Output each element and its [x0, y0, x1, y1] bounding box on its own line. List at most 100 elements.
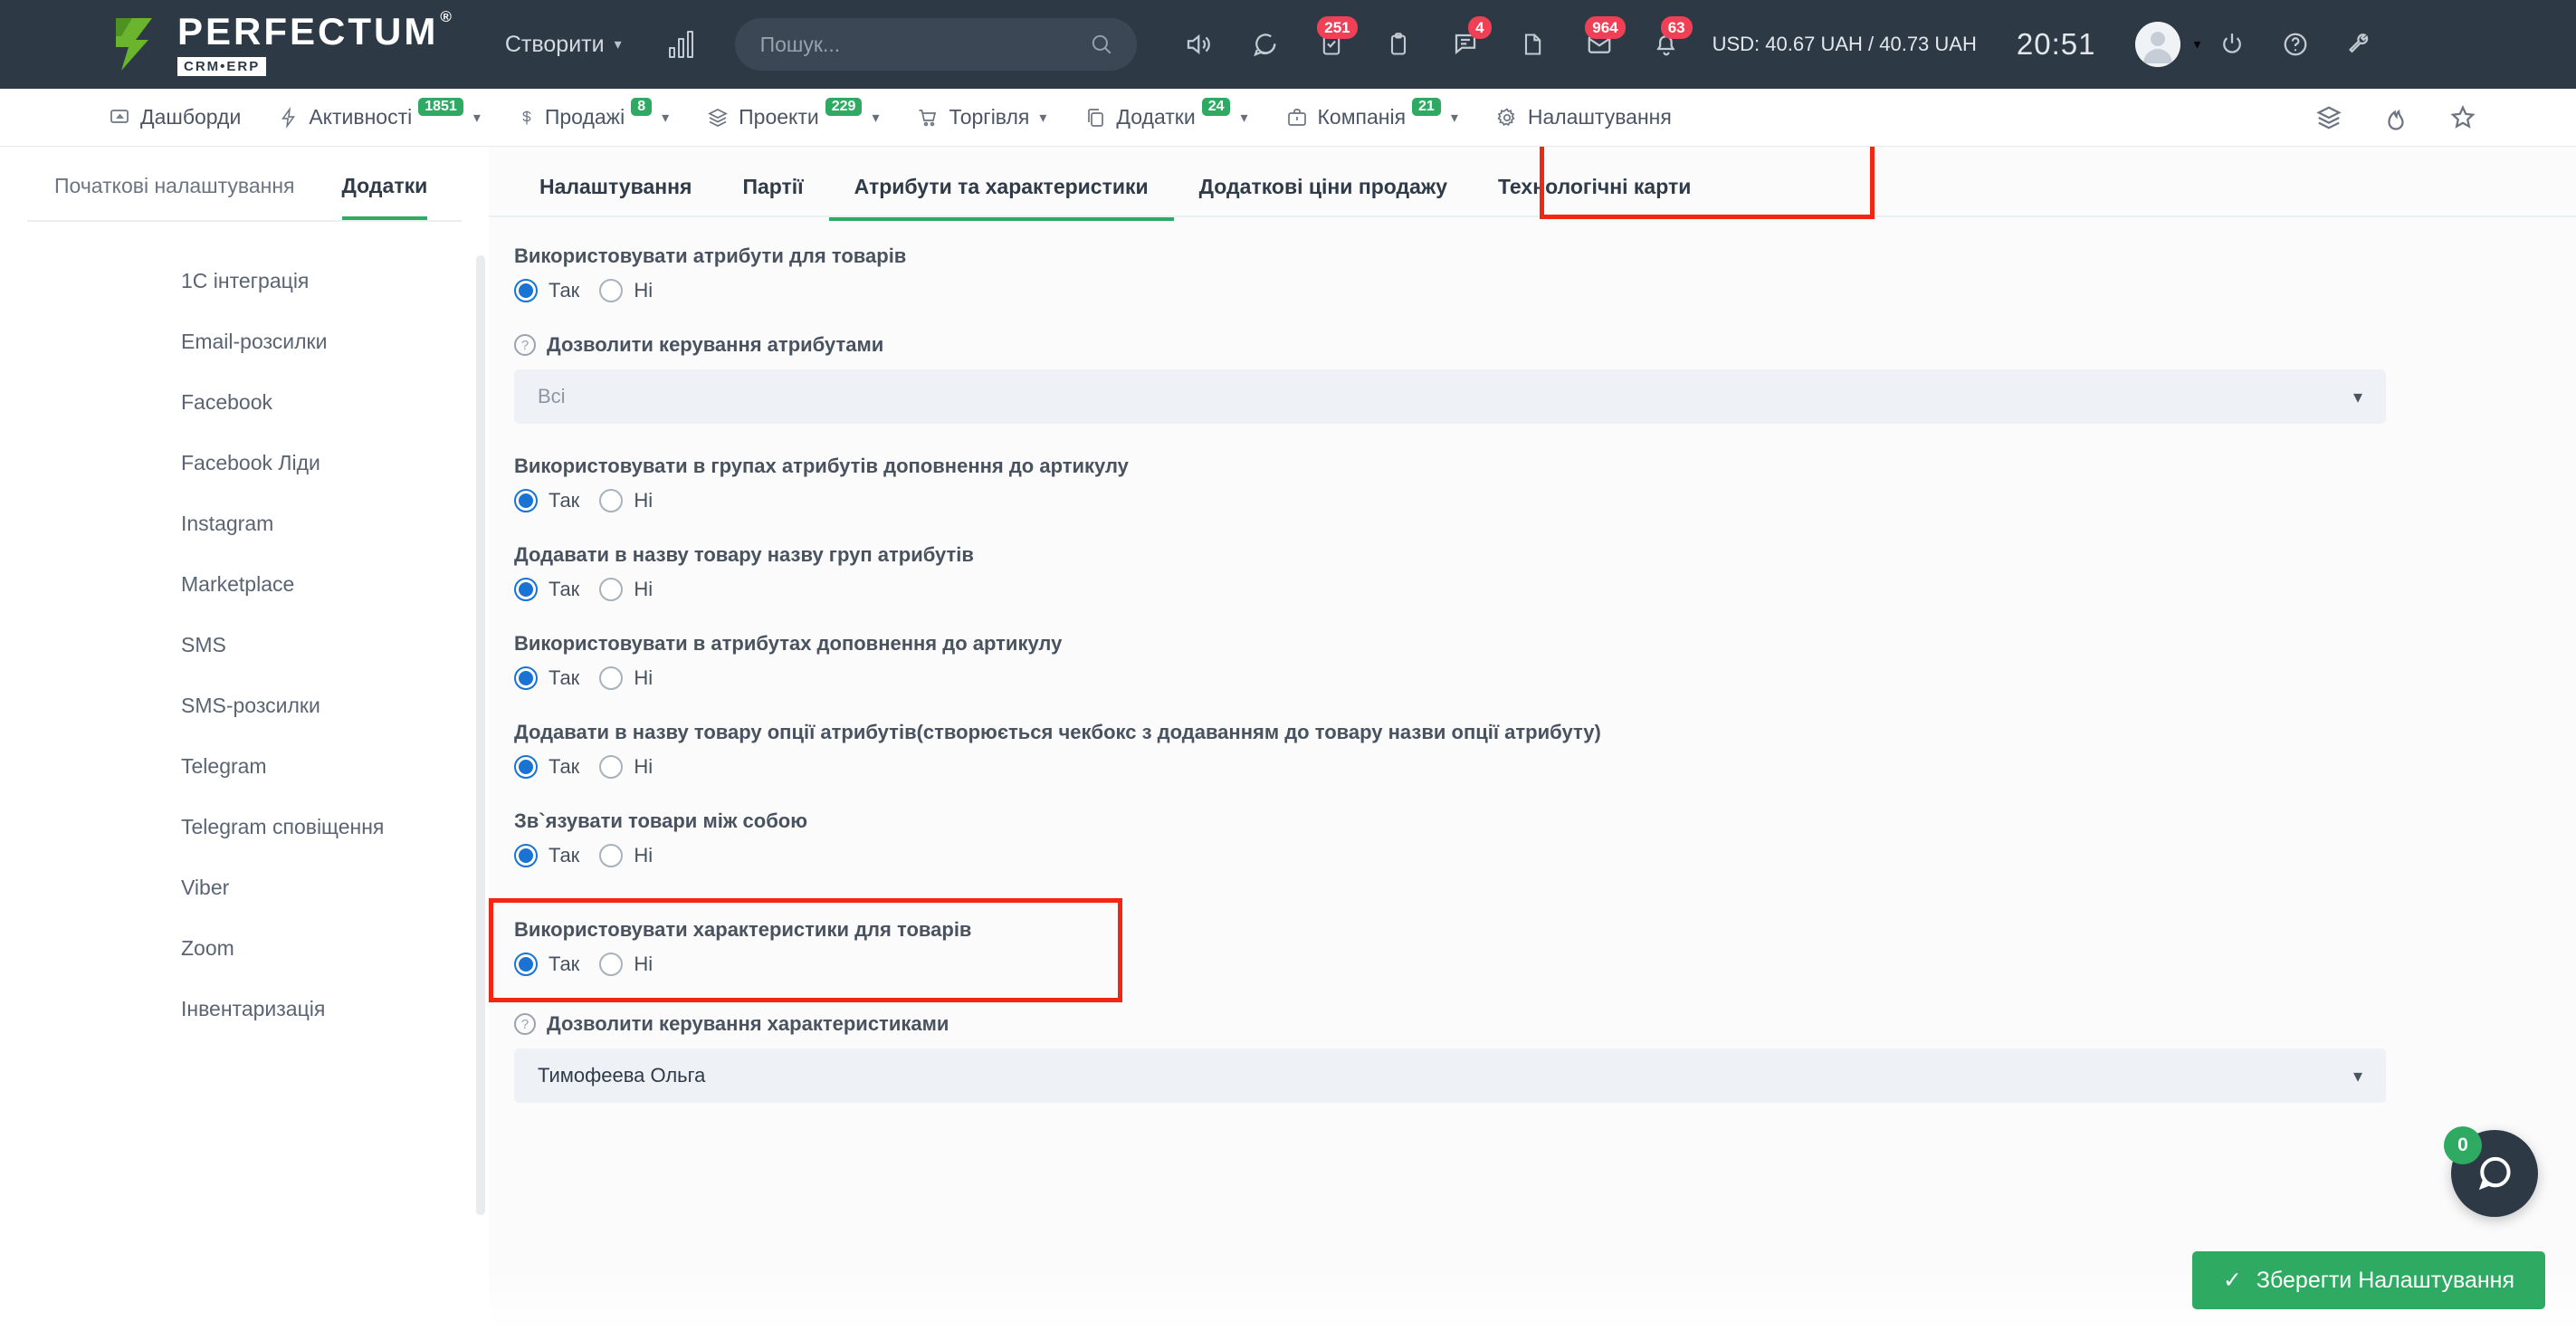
- chevron-down-icon: ▾: [614, 37, 622, 53]
- save-settings-button[interactable]: ✓ Зберегти Налаштування: [2191, 1251, 2545, 1309]
- sidebar-tab-initial-settings[interactable]: Початкові налаштування: [54, 159, 295, 220]
- statistics-bars-icon[interactable]: [668, 31, 693, 58]
- nav-item-apps[interactable]: Додатки 24 ▾: [1084, 89, 1248, 147]
- check-icon: ✓: [2222, 1268, 2242, 1293]
- radio-no[interactable]: Ні: [599, 953, 653, 976]
- sidebar-item-inventory[interactable]: Інвентаризація: [0, 979, 489, 1039]
- wrench-icon[interactable]: [2327, 17, 2390, 72]
- app-logo[interactable]: PERFECTUM ® CRM•ERP: [109, 9, 454, 76]
- radio-yes[interactable]: Так: [514, 844, 579, 867]
- select-allow-manage-attributes[interactable]: Всі ▾: [514, 369, 2386, 424]
- sidebar-item-label: Telegram: [181, 754, 267, 778]
- tab-settings[interactable]: Налаштування: [514, 155, 717, 221]
- fire-icon[interactable]: [2382, 104, 2409, 131]
- radio-label: Так: [549, 755, 580, 778]
- nav-item-settings[interactable]: Налаштування: [1496, 89, 1672, 147]
- radio-group: Так Ні: [514, 953, 2386, 976]
- clock: 20:51: [2016, 27, 2096, 61]
- nav-badge: 21: [1412, 97, 1441, 116]
- nav-item-company[interactable]: Компанія 21 ▾: [1286, 89, 1458, 147]
- power-icon[interactable]: [2200, 17, 2264, 72]
- sidebar-item-sms-mailing[interactable]: SMS-розсилки: [0, 675, 489, 736]
- create-button-label: Створити: [504, 31, 605, 57]
- star-icon[interactable]: [2449, 104, 2476, 131]
- layers-icon[interactable]: [2315, 104, 2342, 131]
- nav-item-activities[interactable]: Активності 1851 ▾: [279, 89, 481, 147]
- chat-bubble-icon: [2478, 1156, 2511, 1191]
- content-tabs: Налаштування Партії Атрибути та характер…: [489, 147, 2576, 221]
- radio-no[interactable]: Ні: [599, 489, 653, 512]
- nav-label: Продажі: [544, 105, 625, 129]
- sidebar-item-marketplace[interactable]: Marketplace: [0, 554, 489, 615]
- field-label: Використовувати атрибути для товарів: [514, 244, 907, 267]
- sidebar-tab-label: Початкові налаштування: [54, 174, 295, 197]
- nav-item-sales[interactable]: Продажі 8 ▾: [519, 89, 669, 147]
- radio-yes[interactable]: Так: [514, 666, 579, 690]
- tab-attributes-characteristics[interactable]: Атрибути та характеристики: [828, 155, 1174, 221]
- radio-yes[interactable]: Так: [514, 578, 579, 601]
- sidebar-item-telegram[interactable]: Telegram: [0, 736, 489, 797]
- radio-label: Так: [549, 844, 580, 867]
- tab-label: Технологічні карти: [1498, 175, 1692, 198]
- clipboard-icon[interactable]: [1365, 16, 1432, 72]
- sidebar-item-facebook[interactable]: Facebook: [0, 372, 489, 433]
- sidebar-item-email[interactable]: Email-розсилки: [0, 311, 489, 372]
- nav-badge: 229: [825, 97, 863, 116]
- nav-item-trade[interactable]: Торгівля ▾: [917, 89, 1046, 147]
- radio-label: Так: [549, 953, 580, 975]
- field-add-option-name: Додавати в назву товару опції атрибутів(…: [514, 721, 2386, 779]
- radio-group: Так Ні: [514, 844, 2386, 867]
- nav-label: Налаштування: [1527, 105, 1672, 129]
- help-circle-icon[interactable]: ?: [514, 1013, 536, 1035]
- tab-label: Партії: [742, 175, 804, 198]
- sidebar-item-zoom[interactable]: Zoom: [0, 918, 489, 979]
- sidebar-tab-apps[interactable]: Додатки: [341, 159, 428, 220]
- help-circle-icon[interactable]: ?: [514, 334, 536, 356]
- chat-fab-button[interactable]: 0: [2444, 1126, 2538, 1217]
- nav-item-dashboards[interactable]: Дашборди: [109, 89, 241, 147]
- mail-badge: 964: [1585, 16, 1626, 40]
- radio-label: Ні: [634, 844, 654, 867]
- tab-additional-sale-prices[interactable]: Додаткові ціни продажу: [1174, 155, 1473, 221]
- sidebar-item-telegram-notifications[interactable]: Telegram сповіщення: [0, 797, 489, 857]
- envelope-icon[interactable]: 964: [1566, 16, 1633, 72]
- radio-no[interactable]: Ні: [599, 578, 653, 601]
- create-button[interactable]: Створити ▾: [505, 32, 622, 58]
- nav-item-projects[interactable]: Проекти 229 ▾: [707, 89, 879, 147]
- sidebar-item-sms[interactable]: SMS: [0, 615, 489, 675]
- radio-no[interactable]: Ні: [599, 279, 653, 302]
- document-icon[interactable]: [1499, 16, 1566, 72]
- radio-yes[interactable]: Так: [514, 953, 579, 976]
- radio-yes[interactable]: Так: [514, 279, 579, 302]
- radio-yes[interactable]: Так: [514, 489, 579, 512]
- radio-no[interactable]: Ні: [599, 755, 653, 779]
- select-value: Тимофеева Ольга: [538, 1064, 706, 1087]
- user-menu[interactable]: ▾: [2135, 22, 2200, 67]
- radio-yes[interactable]: Так: [514, 755, 579, 779]
- sidebar-item-1c[interactable]: 1C інтеграція: [0, 251, 489, 311]
- field-label: Додавати в назву товару назву груп атриб…: [514, 543, 974, 566]
- chat-bubble-icon[interactable]: [1231, 16, 1298, 72]
- radio-dot-selected: [514, 844, 538, 867]
- sidebar-item-label: Facebook: [181, 390, 273, 414]
- notification-bell-icon[interactable]: 63: [1633, 16, 1700, 72]
- tasks-check-icon[interactable]: 251: [1298, 16, 1365, 72]
- tab-technological-cards[interactable]: Технологічні карти: [1473, 155, 1716, 221]
- search-input[interactable]: Пошук...: [734, 18, 1137, 71]
- tab-batches[interactable]: Партії: [717, 155, 828, 221]
- radio-label: Так: [549, 489, 580, 512]
- sidebar-item-instagram[interactable]: Instagram: [0, 493, 489, 554]
- chevron-down-icon: ▾: [1450, 110, 1458, 126]
- sidebar-scrollbar[interactable]: [476, 255, 485, 1215]
- radio-no[interactable]: Ні: [599, 844, 653, 867]
- radio-dot: [599, 755, 624, 779]
- help-icon[interactable]: [2264, 17, 2327, 72]
- speaker-icon[interactable]: [1164, 16, 1231, 72]
- sidebar-item-viber[interactable]: Viber: [0, 857, 489, 918]
- save-button-label: Зберегти Налаштування: [2256, 1267, 2514, 1293]
- sidebar-item-facebook-leads[interactable]: Facebook Ліди: [0, 433, 489, 493]
- comment-lines-icon[interactable]: 4: [1432, 16, 1499, 72]
- select-allow-manage-characteristics[interactable]: Тимофеева Ольга ▾: [514, 1049, 2386, 1103]
- nav-badge: 8: [631, 97, 653, 116]
- radio-no[interactable]: Ні: [599, 666, 653, 690]
